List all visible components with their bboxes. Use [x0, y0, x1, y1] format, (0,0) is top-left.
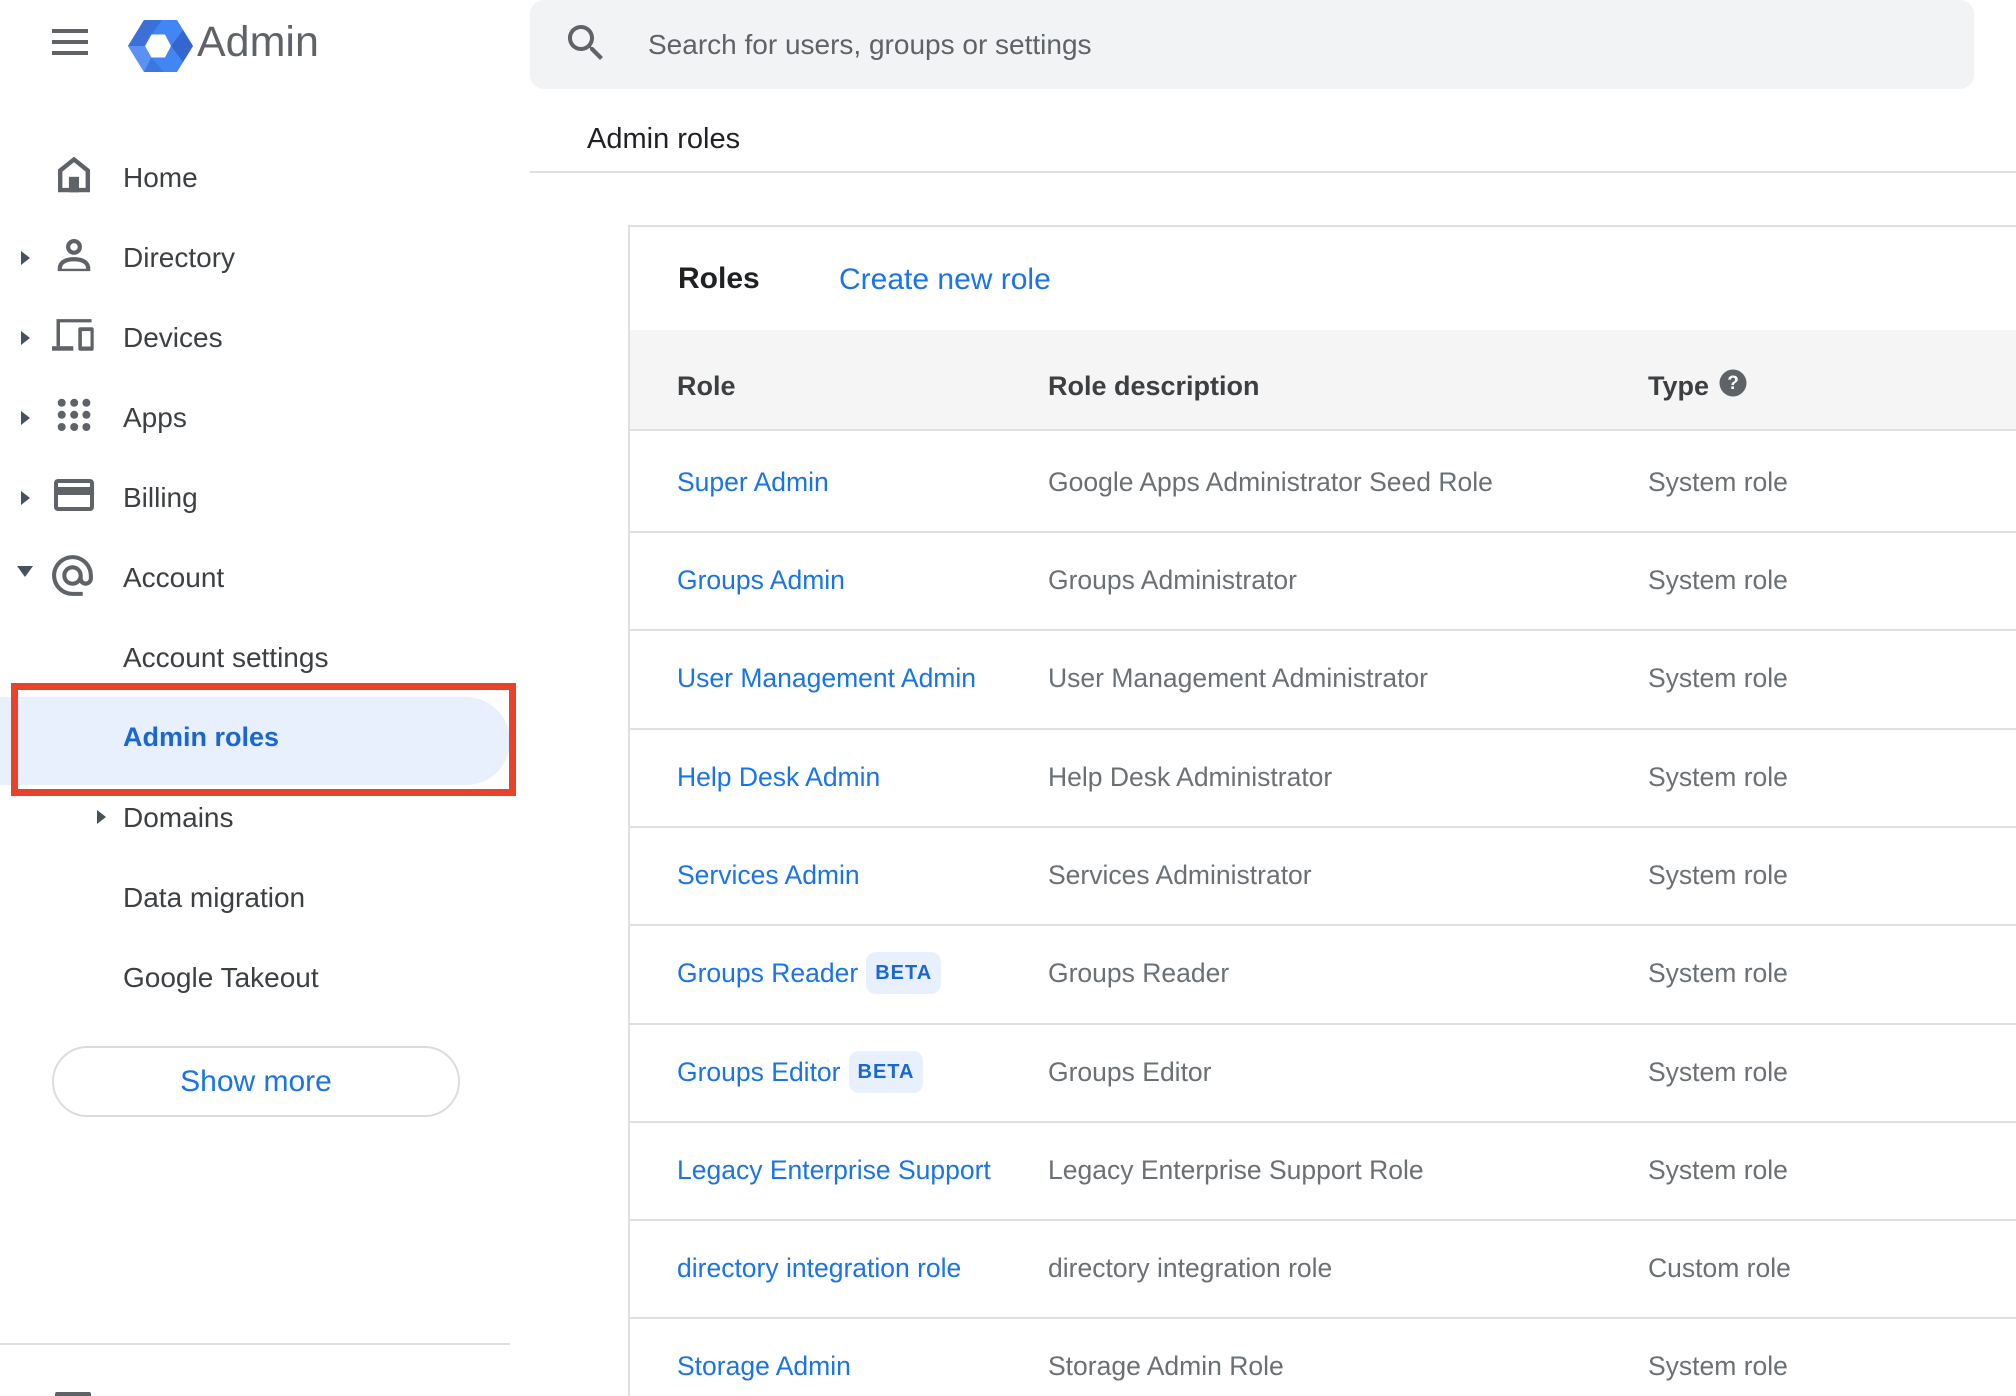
svg-text:?: ?	[1727, 373, 1739, 394]
